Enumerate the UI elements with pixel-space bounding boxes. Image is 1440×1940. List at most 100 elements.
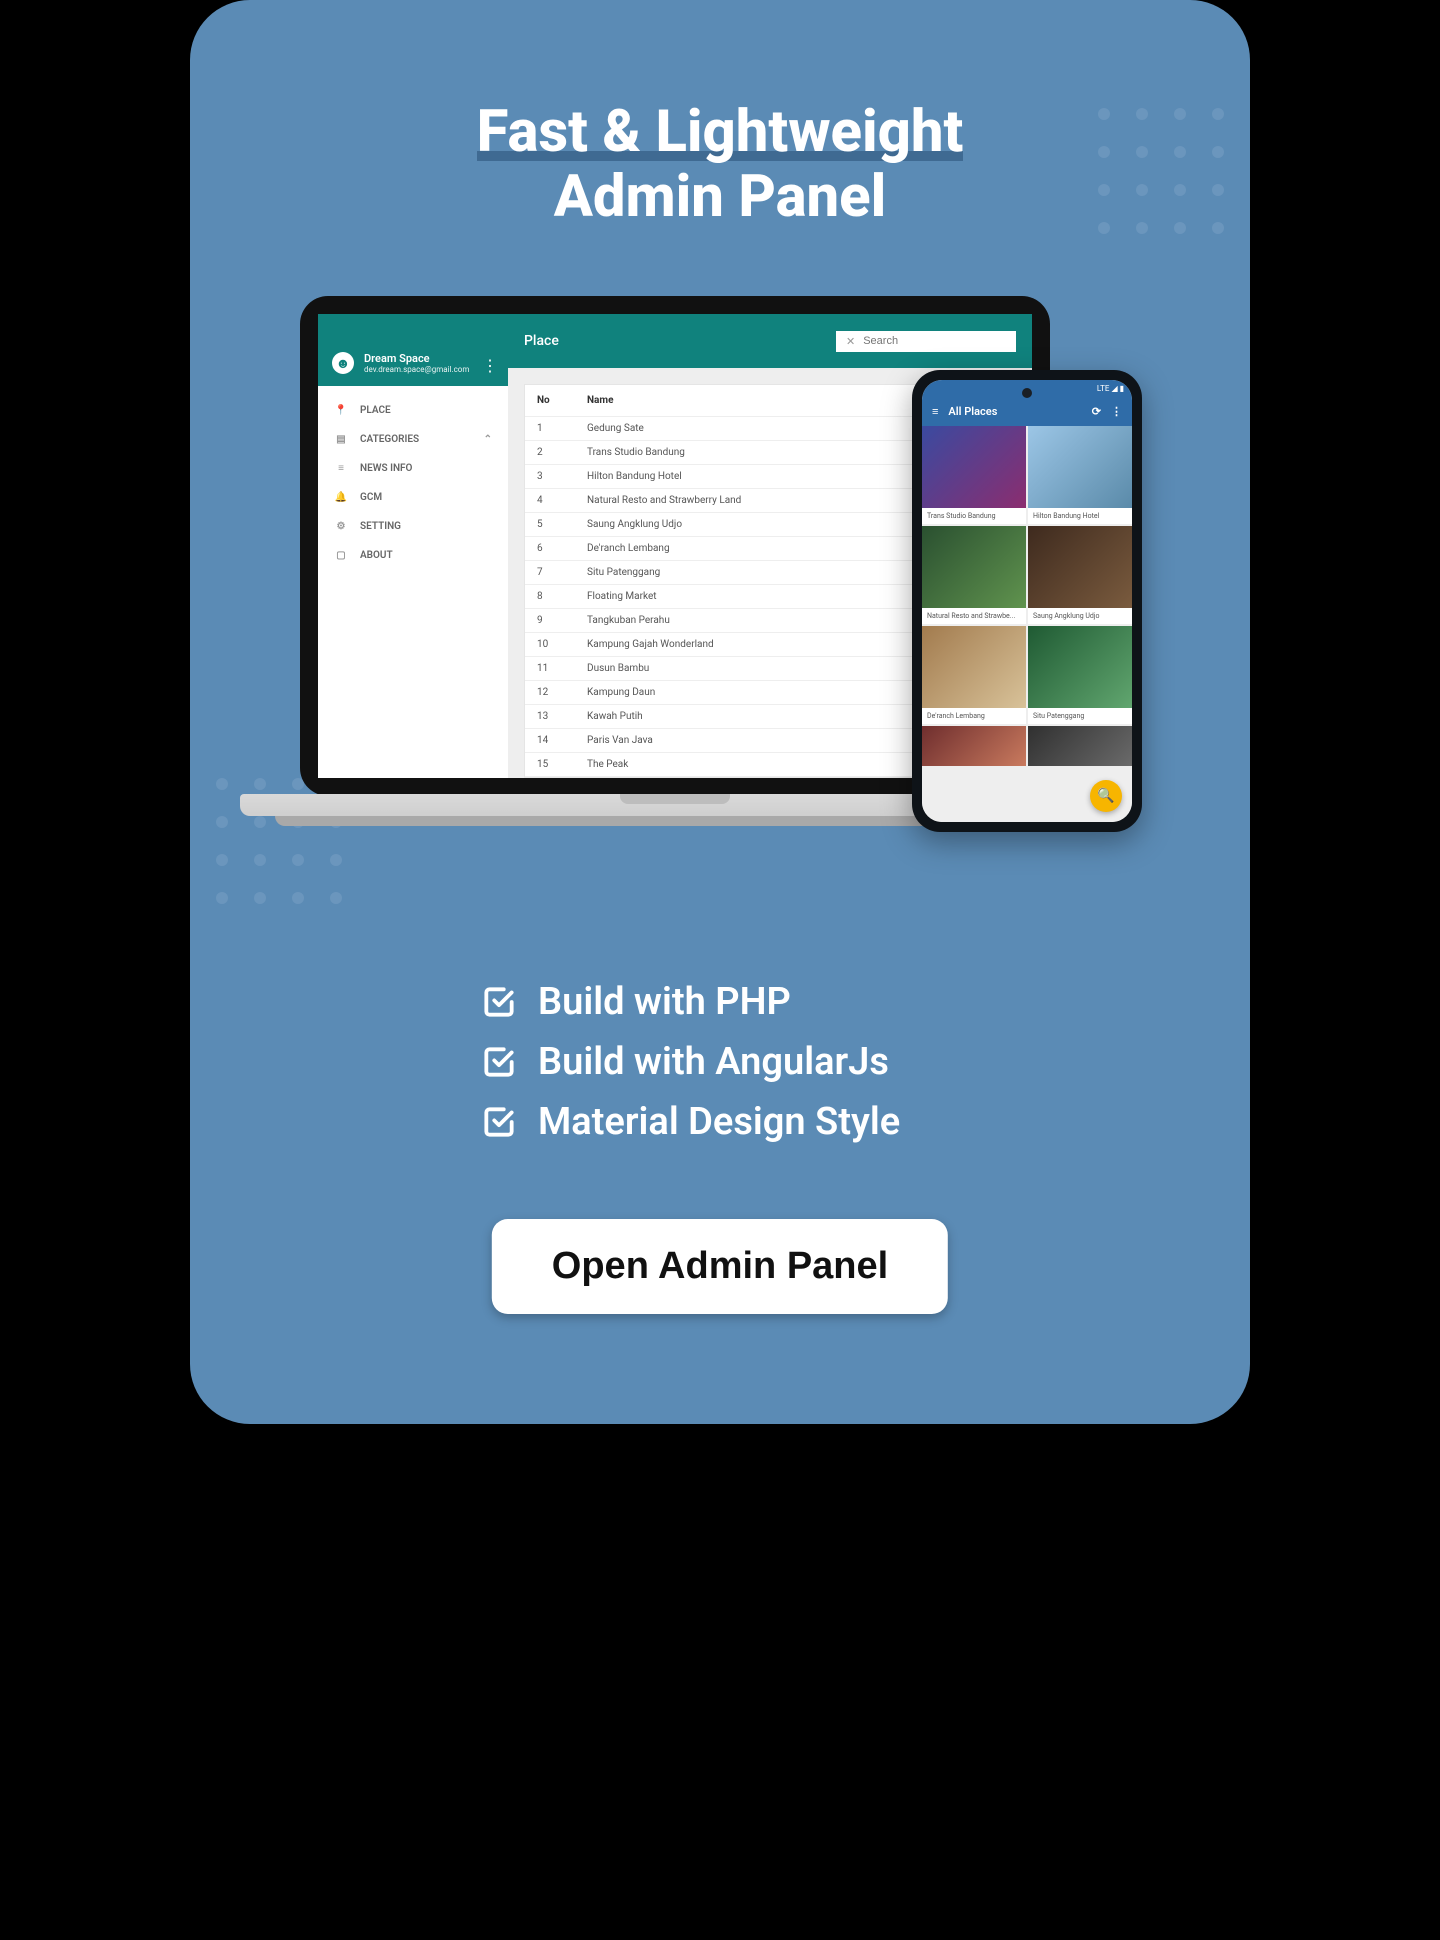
nav-label: ABOUT (360, 550, 393, 561)
headline-line2: Admin Panel (554, 163, 887, 231)
cell-name: Saung Angklung Udjo (587, 519, 903, 530)
feature-label: Build with PHP (538, 980, 791, 1024)
place-image (1028, 526, 1132, 608)
cell-name: Gedung Sate (587, 423, 903, 434)
check-icon (480, 1043, 518, 1081)
sidebar-item-setting[interactable]: ⚙SETTING (318, 512, 508, 541)
col-no: No (537, 395, 587, 406)
clear-icon[interactable]: ✕ (846, 335, 855, 348)
headline-line1: Fast & Lightweight (477, 100, 964, 165)
place-image (922, 426, 1026, 508)
place-image (922, 526, 1026, 608)
cell-name: Hilton Bandung Hotel (587, 471, 903, 482)
nav-icon: ▢ (334, 550, 348, 561)
admin-account-name: Dream Space (364, 352, 469, 365)
nav-label: GCM (360, 492, 382, 503)
admin-nav-list: 📍PLACE ▤ CATEGORIES ⌃ ≡NEWS INFO 🔔 GCM ⚙SETTING… (318, 386, 508, 580)
place-image (922, 626, 1026, 708)
phone-appbar: ≡ All Places ⟳ ⋮ (922, 397, 1132, 426)
sidebar-item-categories[interactable]: ▤ CATEGORIES ⌃ (318, 425, 508, 454)
place-image (922, 726, 1026, 766)
place-image (1028, 626, 1132, 708)
hamburger-icon[interactable]: ≡ (932, 405, 938, 418)
phone-mockup: LTE ◢ ▮ ≡ All Places ⟳ ⋮ Trans Studio Ba… (912, 370, 1142, 832)
sidebar-item-news-info[interactable]: ≡NEWS INFO (318, 454, 508, 483)
place-label: Trans Studio Bandung (922, 508, 1026, 524)
search-box[interactable]: ✕ (836, 331, 1016, 352)
admin-topbar: Place ✕ (508, 314, 1032, 368)
feature-list: Build with PHP Build with AngularJs Materi… (480, 980, 900, 1144)
grid-item[interactable]: Situ Patenggang (1028, 626, 1132, 724)
feature-item: Build with PHP (480, 980, 900, 1024)
cell-no: 2 (537, 447, 587, 458)
cell-no: 8 (537, 591, 587, 602)
cell-name: Tangkuban Perahu (587, 615, 903, 626)
avatar-icon: ☻ (332, 352, 354, 374)
grid-item[interactable]: Saung Angklung Udjo (1028, 526, 1132, 624)
refresh-icon[interactable]: ⟳ (1092, 405, 1101, 418)
cell-no: 11 (537, 663, 587, 674)
cell-no: 7 (537, 567, 587, 578)
open-admin-panel-button[interactable]: Open Admin Panel (492, 1219, 948, 1314)
cell-no: 13 (537, 711, 587, 722)
grid-item[interactable]: De'ranch Lembang (922, 626, 1026, 724)
cell-no: 3 (537, 471, 587, 482)
admin-account-email: dev.dream.space@gmail.com (364, 365, 469, 374)
place-label: Hilton Bandung Hotel (1028, 508, 1132, 524)
cell-no: 15 (537, 759, 587, 770)
cell-name: Trans Studio Bandung (587, 447, 903, 458)
cell-no: 9 (537, 615, 587, 626)
sidebar-item-place[interactable]: 📍PLACE (318, 396, 508, 425)
kebab-icon[interactable]: ⋮ (1111, 405, 1122, 418)
grid-item[interactable]: Trans Studio Bandung (922, 426, 1026, 524)
cell-name: Kampung Gajah Wonderland (587, 639, 903, 650)
place-label: De'ranch Lembang (922, 708, 1026, 724)
nav-icon: ⚙ (334, 521, 348, 532)
col-name: Name (587, 395, 903, 406)
phone-appbar-title: All Places (948, 405, 997, 418)
nav-icon: 🔔 (334, 492, 348, 503)
grid-item-partial[interactable] (1028, 726, 1132, 766)
check-icon (480, 1103, 518, 1141)
cell-name: Kawah Putih (587, 711, 903, 722)
place-image (1028, 426, 1132, 508)
feature-label: Material Design Style (538, 1100, 900, 1144)
grid-item-partial[interactable] (922, 726, 1026, 766)
place-label: Natural Resto and Strawbe... (922, 608, 1026, 624)
nav-label: NEWS INFO (360, 463, 412, 474)
place-label: Saung Angklung Udjo (1028, 608, 1132, 624)
grid-item[interactable]: Natural Resto and Strawbe... (922, 526, 1026, 624)
page-title: Place (524, 333, 559, 349)
chevron-up-icon: ⌃ (484, 434, 492, 445)
cell-no: 10 (537, 639, 587, 650)
search-input[interactable] (863, 335, 1006, 347)
cell-no: 14 (537, 735, 587, 746)
kebab-icon[interactable]: ⋮ (482, 356, 498, 375)
phone-status-right: LTE ◢ ▮ (1097, 384, 1124, 393)
feature-item: Material Design Style (480, 1100, 900, 1144)
nav-label: CATEGORIES (360, 434, 419, 445)
place-label: Situ Patenggang (1028, 708, 1132, 724)
cell-no: 4 (537, 495, 587, 506)
cell-name: De'ranch Lembang (587, 543, 903, 554)
cell-no: 12 (537, 687, 587, 698)
nav-icon: ▤ (334, 434, 348, 445)
grid-item[interactable]: Hilton Bandung Hotel (1028, 426, 1132, 524)
cell-name: The Peak (587, 759, 903, 770)
sidebar-item-gcm[interactable]: 🔔 GCM (318, 483, 508, 512)
cell-no: 5 (537, 519, 587, 530)
feature-label: Build with AngularJs (538, 1040, 889, 1084)
fab-search-button[interactable]: 🔍 (1090, 780, 1122, 812)
sidebar-item-about[interactable]: ▢ ABOUT (318, 541, 508, 570)
phone-places-grid[interactable]: Trans Studio BandungHilton Bandung Hotel… (922, 426, 1132, 822)
admin-sidebar: ☻ Dream Space dev.dream.space@gmail.com … (318, 314, 508, 778)
nav-icon: 📍 (334, 405, 348, 416)
cell-name: Dusun Bambu (587, 663, 903, 674)
admin-account-header[interactable]: ☻ Dream Space dev.dream.space@gmail.com … (318, 314, 508, 386)
cell-name: Kampung Daun (587, 687, 903, 698)
place-image (1028, 726, 1132, 766)
promo-card: Fast & Lightweight Admin Panel ☻ Dream S… (190, 0, 1250, 1424)
search-icon: 🔍 (1097, 788, 1114, 804)
check-icon (480, 983, 518, 1021)
cell-name: Paris Van Java (587, 735, 903, 746)
